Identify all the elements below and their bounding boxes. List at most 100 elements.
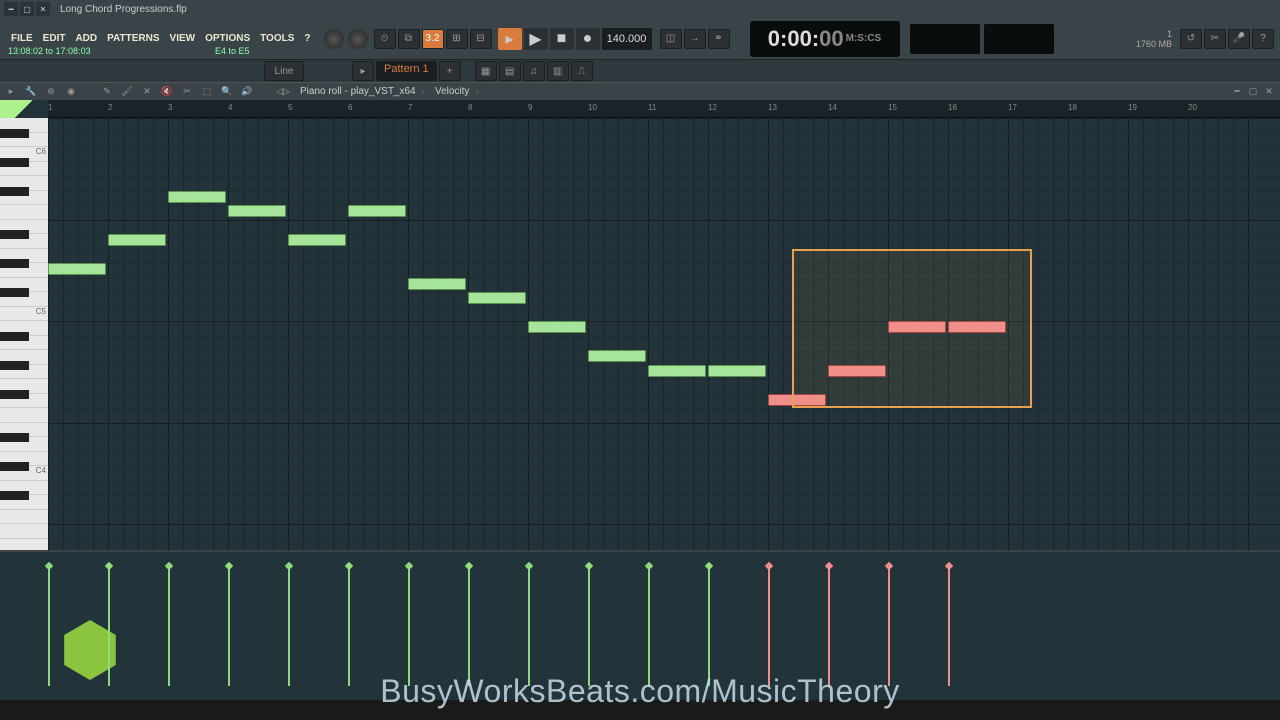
menu-view[interactable]: VIEW	[165, 30, 201, 47]
overdub-icon[interactable]: ⊞	[446, 29, 468, 49]
maximize-icon[interactable]: ▢	[20, 2, 34, 16]
snap-select[interactable]: Line	[264, 61, 304, 81]
velocity-bar[interactable]	[168, 566, 170, 686]
velocity-bar[interactable]	[828, 566, 830, 686]
midi-note[interactable]	[108, 234, 166, 246]
close-icon[interactable]: ✕	[36, 2, 50, 16]
record-button[interactable]: ●	[576, 28, 600, 50]
midi-note[interactable]	[408, 278, 466, 290]
menu-patterns[interactable]: PATTERNS	[102, 30, 164, 47]
bar-number: 20	[1188, 103, 1197, 112]
pianoroll-icon[interactable]: ♫	[523, 61, 545, 81]
draw-icon[interactable]: ✎	[100, 85, 114, 99]
play-icon[interactable]: 🔊	[240, 85, 254, 99]
menu-tools[interactable]: TOOLS	[255, 30, 299, 47]
magnet-icon[interactable]: ⊚	[44, 85, 58, 99]
pianoroll-body: C6C5C4 1234567891011121314151617181920	[0, 100, 1280, 550]
midi-note[interactable]	[48, 263, 106, 275]
mixer-icon[interactable]: ⎍	[571, 61, 593, 81]
stepseq-icon[interactable]: ▤	[499, 61, 521, 81]
velocity-bar[interactable]	[108, 566, 110, 686]
zoom-icon[interactable]: 🔍	[220, 85, 234, 99]
channel-icon[interactable]: ◁▷	[276, 85, 290, 99]
pianoroll-toolbar: ▸ 🔧 ⊚ ◉ ✎ 🖌 ✕ 🔇 ✂ ⬚ 🔍 🔊 ◁▷ Piano roll - …	[0, 82, 1280, 100]
velocity-bar[interactable]	[648, 566, 650, 686]
selection-rectangle	[792, 249, 1032, 409]
velocity-bar[interactable]	[228, 566, 230, 686]
menu-add[interactable]: ADD	[70, 30, 102, 47]
save-icon[interactable]: ✂	[1204, 29, 1226, 49]
delete-icon[interactable]: ✕	[140, 85, 154, 99]
pattern-prev-icon[interactable]: ▸	[352, 61, 374, 81]
breadcrumb-channel[interactable]: Piano roll - play_VST_x64	[300, 86, 416, 97]
snap-icon[interactable]: ◫	[660, 29, 682, 49]
bar-number: 6	[348, 103, 352, 112]
stop-button[interactable]: ■	[550, 28, 574, 50]
midi-note[interactable]	[348, 205, 406, 217]
pattern-add-icon[interactable]: +	[439, 61, 461, 81]
project-title: Long Chord Progressions.flp	[60, 4, 187, 15]
pr-minimize-icon[interactable]: ━	[1230, 85, 1244, 99]
velocity-bar[interactable]	[708, 566, 710, 686]
velocity-bar[interactable]	[468, 566, 470, 686]
midi-note[interactable]	[648, 365, 706, 377]
velocity-bar[interactable]	[48, 566, 50, 686]
menu-file[interactable]: FILE	[6, 30, 38, 47]
metronome-icon[interactable]: ⏲	[374, 29, 396, 49]
timeline-ruler[interactable]: 1234567891011121314151617181920	[48, 100, 1280, 118]
bar-number: 15	[888, 103, 897, 112]
wait-icon[interactable]: ⧉	[398, 29, 420, 49]
velocity-bar[interactable]	[768, 566, 770, 686]
velocity-bar[interactable]	[888, 566, 890, 686]
link-icon[interactable]: ⚭	[708, 29, 730, 49]
velocity-bar[interactable]	[348, 566, 350, 686]
velocity-bar[interactable]	[948, 566, 950, 686]
pattern-selector[interactable]: Pattern 1	[376, 61, 437, 81]
about-icon[interactable]: ?	[1252, 29, 1274, 49]
midi-note[interactable]	[288, 234, 346, 246]
velocity-bar[interactable]	[588, 566, 590, 686]
pattern-mode-button[interactable]: ▸	[498, 28, 522, 50]
velocity-bar[interactable]	[408, 566, 410, 686]
slice-icon[interactable]: ✂	[180, 85, 194, 99]
countdown-icon[interactable]: 3.2	[422, 29, 444, 49]
midi-note[interactable]	[708, 365, 766, 377]
step-icon[interactable]: →	[684, 29, 706, 49]
master-pitch-knob[interactable]	[348, 29, 368, 49]
wrench-icon[interactable]: 🔧	[24, 85, 38, 99]
midi-note[interactable]	[228, 205, 286, 217]
render-icon[interactable]: 🎤	[1228, 29, 1250, 49]
playlist-icon[interactable]: ▦	[475, 61, 497, 81]
tempo-display[interactable]: 140.000	[602, 28, 652, 50]
velocity-bar[interactable]	[288, 566, 290, 686]
play-button[interactable]: ▶	[524, 28, 548, 50]
note-grid[interactable]: 1234567891011121314151617181920	[48, 100, 1280, 550]
menu-options[interactable]: OPTIONS	[200, 30, 255, 47]
pr-menu-icon[interactable]: ▸	[4, 85, 18, 99]
bar-number: 2	[108, 103, 112, 112]
undo-icon[interactable]: ↺	[1180, 29, 1202, 49]
breadcrumb-param[interactable]: Velocity	[435, 86, 469, 97]
pr-maximize-icon[interactable]: ▢	[1246, 85, 1260, 99]
stamp-icon[interactable]: ◉	[64, 85, 78, 99]
mute-icon[interactable]: 🔇	[160, 85, 174, 99]
time-display[interactable]: 0:00:00 M:S:CS	[750, 21, 900, 57]
bar-number: 7	[408, 103, 412, 112]
paint-icon[interactable]: 🖌	[120, 85, 134, 99]
browser-icon[interactable]: ▥	[547, 61, 569, 81]
master-volume-knob[interactable]	[324, 29, 344, 49]
velocity-bar[interactable]	[528, 566, 530, 686]
midi-note[interactable]	[528, 321, 586, 333]
minimize-icon[interactable]: ━	[4, 2, 18, 16]
loop-rec-icon[interactable]: ⊟	[470, 29, 492, 49]
menu-help[interactable]: ?	[299, 30, 315, 47]
select-icon[interactable]: ⬚	[200, 85, 214, 99]
piano-keys[interactable]: C6C5C4	[0, 100, 48, 550]
menu-edit[interactable]: EDIT	[38, 30, 71, 47]
bar-number: 10	[588, 103, 597, 112]
midi-note[interactable]	[468, 292, 526, 304]
bar-number: 18	[1068, 103, 1077, 112]
midi-note[interactable]	[588, 350, 646, 362]
pr-close-icon[interactable]: ✕	[1262, 85, 1276, 99]
midi-note[interactable]	[168, 191, 226, 203]
